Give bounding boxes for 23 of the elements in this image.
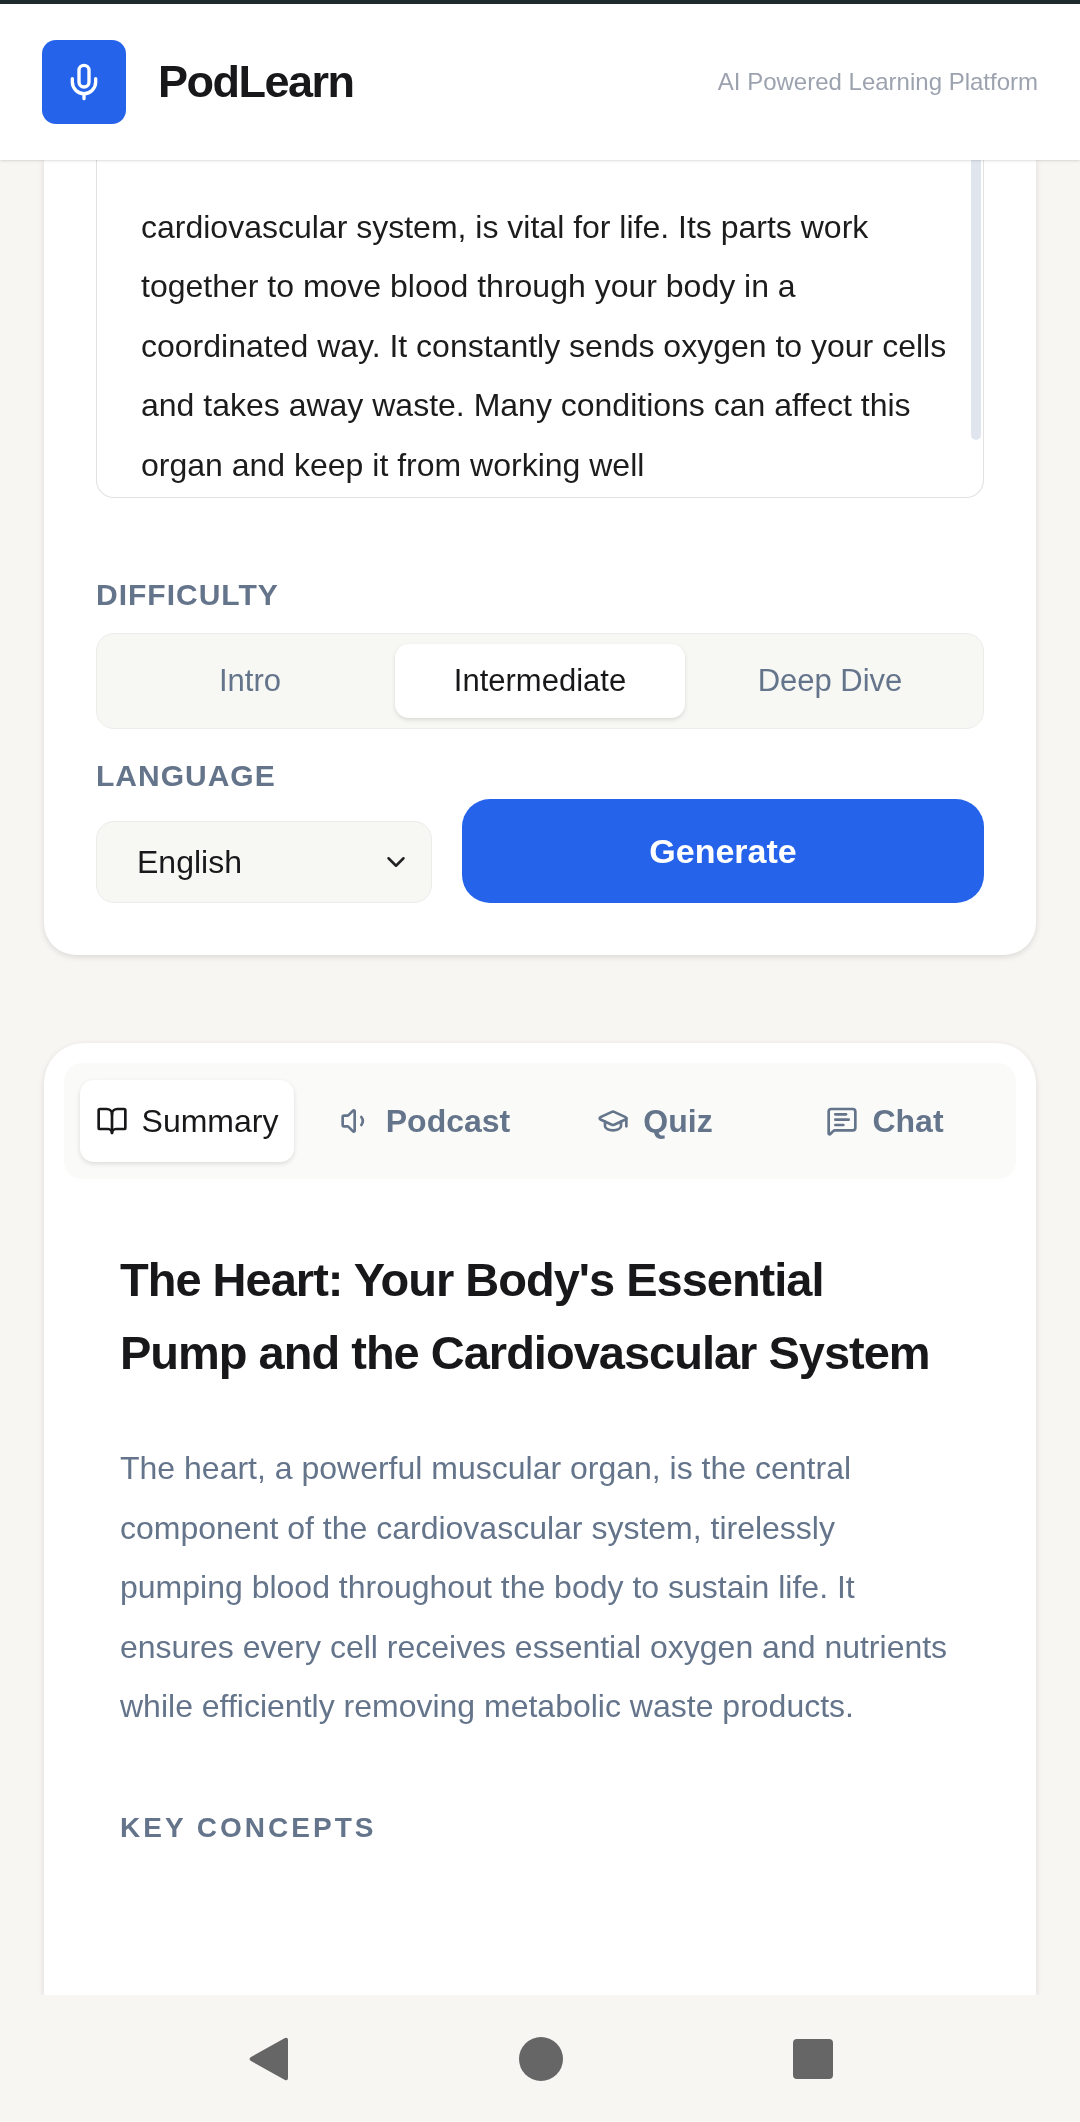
result-tab[interactable]: Summary: [80, 1080, 294, 1162]
difficulty-label: DIFFICULTY: [96, 577, 280, 613]
book-icon: [95, 1105, 128, 1137]
summary-paragraph: The heart, a powerful muscular organ, is the central component of the cardiovascular system, tirelessly pumping blood throughout the body to sustain life. It ensures every cell receives essential oxygen and nutrients while efficiently removing metabolic waste products.: [120, 1449, 949, 1726]
language-label: LANGUAGE: [96, 758, 277, 794]
recents-icon[interactable]: [793, 2038, 833, 2079]
chat-icon: [826, 1105, 859, 1137]
tagline: AI Powered Learning Platform: [717, 67, 1038, 97]
language-select[interactable]: English: [96, 821, 432, 903]
result-tab[interactable]: Chat: [770, 1080, 1000, 1162]
section-heading: KEY CONCEPTS: [120, 1810, 378, 1845]
back-icon[interactable]: [247, 2035, 289, 2082]
result-tab[interactable]: Podcast: [310, 1080, 540, 1162]
home-icon[interactable]: [519, 2036, 563, 2081]
topic-text: cardiovascular system, is vital for life. Its parts work together to move blood through your body in a coordinated way. It constantly sends oxygen to your cells and takes away waste. Many conditions can affect this organ and keep it from working well: [141, 207, 948, 485]
summary-title: The Heart: Your Body's Essential Pump and the Cardiovascular System: [120, 1252, 931, 1381]
difficulty-option[interactable]: Intro: [105, 644, 395, 718]
topic-field[interactable]: [96, 160, 984, 498]
difficulty-option[interactable]: Deep Dive: [685, 644, 975, 718]
generate-button[interactable]: Generate: [462, 799, 984, 903]
app-name: PodLearn: [158, 55, 354, 110]
result-tab[interactable]: Quiz: [540, 1080, 770, 1162]
difficulty-option[interactable]: Intermediate: [395, 644, 685, 718]
